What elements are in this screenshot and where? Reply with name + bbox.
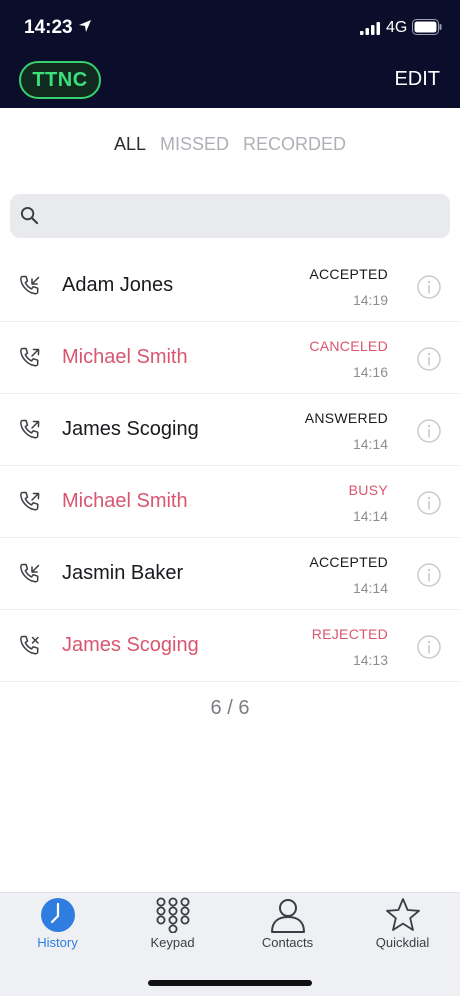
call-time: 14:16 <box>352 364 388 380</box>
call-time: 14:14 <box>352 580 388 596</box>
tab-contacts[interactable]: Contacts <box>230 893 345 963</box>
call-row[interactable]: Jasmin Baker ACCEPTED 14:14 <box>0 538 460 610</box>
call-row[interactable]: Michael Smith BUSY 14:14 <box>0 466 460 538</box>
call-status: REJECTED <box>311 626 388 642</box>
tab-quickdial[interactable]: Quickdial <box>345 893 460 963</box>
caller-name: Adam Jones <box>62 274 174 296</box>
network-type: 4G <box>386 19 408 36</box>
caller-name: James Scoging <box>62 418 199 440</box>
search-input[interactable] <box>50 194 440 238</box>
incoming-call-icon <box>20 563 40 583</box>
outgoing-call-icon <box>20 491 40 511</box>
outgoing-call-icon <box>20 347 40 367</box>
app-header: 14:23 4G TTNC EDIT <box>0 0 460 108</box>
call-history-list: Adam Jones ACCEPTED 14:19 Michael Smith CANC… <box>0 250 460 682</box>
search-icon <box>20 206 39 225</box>
call-status: BUSY <box>348 482 388 498</box>
search-bar[interactable] <box>10 194 450 238</box>
caller-name: Michael Smith <box>62 490 188 512</box>
filter-tabs: ALL MISSED RECORDED <box>0 134 460 158</box>
status-bar: 14:23 4G <box>0 0 460 54</box>
filter-recorded[interactable]: RECORDED <box>243 134 346 158</box>
tab-quickdial-label: Quickdial <box>375 935 430 950</box>
status-time: 14:23 <box>24 17 73 38</box>
info-icon[interactable] <box>417 635 441 659</box>
call-status: ACCEPTED <box>309 554 388 570</box>
result-counter: 6 / 6 <box>210 697 250 719</box>
info-icon[interactable] <box>417 491 441 515</box>
caller-name: Jasmin Baker <box>62 562 184 584</box>
call-row[interactable]: James Scoging ANSWERED 14:14 <box>0 394 460 466</box>
call-status: CANCELED <box>309 338 388 354</box>
tab-keypad-label: Keypad <box>150 935 195 950</box>
call-time: 14:13 <box>352 652 388 668</box>
call-status: ANSWERED <box>304 410 388 426</box>
tab-history-label: History <box>37 935 78 950</box>
call-row[interactable]: Adam Jones ACCEPTED 14:19 <box>0 250 460 322</box>
edit-button[interactable]: EDIT <box>394 68 440 91</box>
home-indicator <box>148 980 312 986</box>
location-arrow-icon <box>79 20 91 32</box>
clock-icon <box>40 898 75 932</box>
call-row[interactable]: James Scoging REJECTED 14:13 <box>0 610 460 682</box>
call-time: 14:14 <box>352 436 388 452</box>
call-row[interactable]: Michael Smith CANCELED 14:16 <box>0 322 460 394</box>
battery-icon <box>412 19 442 35</box>
cell-signal-icon <box>360 22 380 35</box>
filter-all[interactable]: ALL <box>114 134 146 158</box>
star-icon <box>385 898 420 931</box>
call-status: ACCEPTED <box>309 266 388 282</box>
person-icon <box>270 899 305 933</box>
keypad-icon <box>156 897 189 933</box>
info-icon[interactable] <box>417 563 441 587</box>
caller-name: James Scoging <box>62 634 199 656</box>
call-time: 14:19 <box>352 292 388 308</box>
info-icon[interactable] <box>417 275 441 299</box>
tab-history[interactable]: History <box>0 893 115 963</box>
filter-missed[interactable]: MISSED <box>160 134 229 158</box>
outgoing-call-icon <box>20 419 40 439</box>
caller-name: Michael Smith <box>62 346 188 368</box>
tab-keypad[interactable]: Keypad <box>115 893 230 963</box>
incoming-call-icon <box>20 275 40 295</box>
call-time: 14:14 <box>352 508 388 524</box>
info-icon[interactable] <box>417 347 441 371</box>
tab-contacts-label: Contacts <box>261 935 314 950</box>
brand-logo[interactable]: TTNC <box>19 61 101 99</box>
rejected-call-icon <box>20 635 39 655</box>
info-icon[interactable] <box>417 419 441 443</box>
